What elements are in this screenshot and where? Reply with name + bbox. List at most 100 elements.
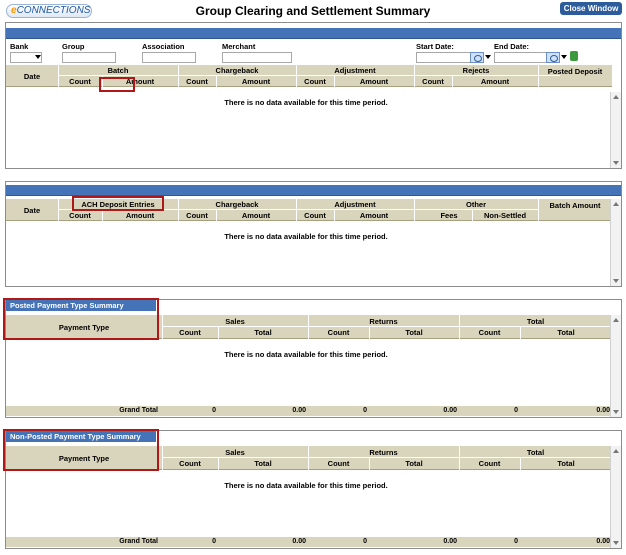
- ach-highlight-box: [72, 196, 164, 211]
- start-date-dropdown-icon[interactable]: [485, 55, 491, 59]
- sales-count-total: 0: [212, 407, 216, 414]
- no-data-message: There is no data available for this time…: [224, 481, 388, 490]
- batch-amount-text: Batch Amount: [549, 201, 601, 210]
- grand-total-row: Grand Total 0 0.00 0 0.00 0 0.00: [6, 406, 612, 416]
- posted-deposit-text: Posted Deposit: [547, 67, 603, 76]
- posted-summary-panel: Posted Payment Type Summary Payment Type…: [3, 298, 622, 418]
- association-label: Association: [142, 42, 185, 51]
- scroll-up-icon[interactable]: [613, 318, 619, 322]
- bank-label: Bank: [10, 42, 29, 51]
- chargeback-count-header: Count: [186, 77, 208, 86]
- date-column-header: Date: [23, 206, 41, 215]
- total-total-total: 0.00: [596, 538, 610, 545]
- sales-count-total: 0: [212, 538, 216, 545]
- close-window-button[interactable]: Close Window: [560, 2, 622, 15]
- filter-bar: Bank Group Association Merchant Start Da…: [6, 39, 621, 65]
- chargeback-amount-header: Amount: [241, 211, 271, 220]
- batch-panel: Bank Group Association Merchant Start Da…: [5, 22, 622, 169]
- grand-total-label: Grand Total: [119, 538, 158, 545]
- adjustment-count-header: Count: [304, 77, 326, 86]
- ach-count-header: Count: [69, 211, 91, 220]
- posted-scrollbar[interactable]: [610, 315, 621, 417]
- no-data-message: There is no data available for this time…: [224, 232, 388, 241]
- merchant-label: Merchant: [222, 42, 256, 51]
- page-title: Group Clearing and Settlement Summary: [195, 4, 431, 18]
- sales-header: Sales: [225, 317, 245, 326]
- date-column-header: Date: [23, 72, 41, 81]
- batch-amount-column-header: Batch Amount: [538, 201, 612, 210]
- no-data-message: There is no data available for this time…: [224, 350, 388, 359]
- rejects-amount-header: Amount: [480, 77, 510, 86]
- panel-header-bar: [6, 28, 621, 39]
- batch-column-header: Batch: [107, 66, 129, 75]
- end-date-dropdown-icon[interactable]: [561, 55, 567, 59]
- association-input[interactable]: [142, 52, 196, 63]
- scroll-up-icon[interactable]: [613, 202, 619, 206]
- scroll-down-icon[interactable]: [613, 161, 619, 165]
- sales-header: Sales: [225, 448, 245, 457]
- total-header: Total: [526, 448, 545, 457]
- returns-count-header: Count: [327, 459, 350, 468]
- scroll-up-icon[interactable]: [613, 95, 619, 99]
- rejects-count-header: Count: [422, 77, 444, 86]
- non-settled-header: Non-Settled: [483, 211, 527, 220]
- returns-total-header: Total: [405, 459, 423, 468]
- deposit-panel: Date ACH Deposit Entries Chargeback Adju…: [5, 181, 622, 287]
- start-date-input[interactable]: [416, 52, 472, 63]
- total-count-header: Count: [478, 328, 501, 337]
- chargeback-amount-header: Amount: [241, 77, 271, 86]
- sales-total-header: Total: [254, 328, 272, 337]
- total-total-header: Total: [557, 459, 575, 468]
- sales-total-total: 0.00: [292, 538, 306, 545]
- total-total-total: 0.00: [596, 407, 610, 414]
- nonposted-summary-panel: Non-Posted Payment Type Summary Payment …: [3, 429, 622, 549]
- start-calendar-icon[interactable]: [470, 52, 484, 63]
- batch-highlight-box: [99, 77, 135, 92]
- refresh-icon[interactable]: [570, 51, 578, 61]
- deposit-table-body: There is no data available for this time…: [6, 221, 621, 287]
- deposit-scrollbar[interactable]: [610, 199, 621, 286]
- total-header: Total: [526, 317, 545, 326]
- chargeback-count-header: Count: [186, 211, 208, 220]
- returns-total-total: 0.00: [443, 538, 457, 545]
- sales-total-header: Total: [254, 459, 272, 468]
- adjustment-column-header: Adjustment: [334, 200, 376, 209]
- sales-count-header: Count: [179, 459, 201, 468]
- end-calendar-icon[interactable]: [546, 52, 560, 63]
- adjustment-amount-header: Amount: [359, 211, 389, 220]
- returns-count-total: 0: [363, 538, 367, 545]
- returns-total-header: Total: [405, 328, 423, 337]
- adjustment-column-header: Adjustment: [334, 66, 376, 75]
- chargeback-column-header: Chargeback: [215, 66, 259, 75]
- sales-count-header: Count: [179, 328, 201, 337]
- scroll-down-icon[interactable]: [613, 541, 619, 545]
- start-date-label: Start Date:: [416, 42, 454, 51]
- nonposted-scrollbar[interactable]: [610, 446, 621, 548]
- group-input[interactable]: [62, 52, 116, 63]
- posted-highlight-box: [3, 298, 159, 340]
- bank-dropdown-arrow-icon[interactable]: [35, 55, 41, 59]
- total-total-header: Total: [557, 328, 575, 337]
- batch-table-header: Date Batch Chargeback Adjustment Rejects…: [6, 65, 612, 87]
- batch-count-header: Count: [69, 77, 91, 86]
- end-date-input[interactable]: [494, 52, 550, 63]
- total-count-total: 0: [514, 538, 518, 545]
- scroll-down-icon[interactable]: [613, 410, 619, 414]
- ach-amount-header: Amount: [125, 211, 155, 220]
- returns-count-header: Count: [327, 328, 350, 337]
- batch-scrollbar[interactable]: [610, 92, 621, 168]
- scroll-up-icon[interactable]: [613, 449, 619, 453]
- adjustment-amount-header: Amount: [359, 77, 389, 86]
- grand-total-row: Grand Total 0 0.00 0 0.00 0 0.00: [6, 537, 612, 547]
- merchant-input[interactable]: [222, 52, 292, 63]
- nonposted-highlight-box: [3, 429, 159, 471]
- total-count-header: Count: [478, 459, 501, 468]
- scroll-down-icon[interactable]: [613, 279, 619, 283]
- other-column-header: Other: [465, 200, 486, 209]
- sales-total-total: 0.00: [292, 407, 306, 414]
- returns-total-total: 0.00: [443, 407, 457, 414]
- returns-header: Returns: [369, 317, 398, 326]
- no-data-message: There is no data available for this time…: [224, 98, 388, 107]
- total-count-total: 0: [514, 407, 518, 414]
- returns-header: Returns: [369, 448, 398, 457]
